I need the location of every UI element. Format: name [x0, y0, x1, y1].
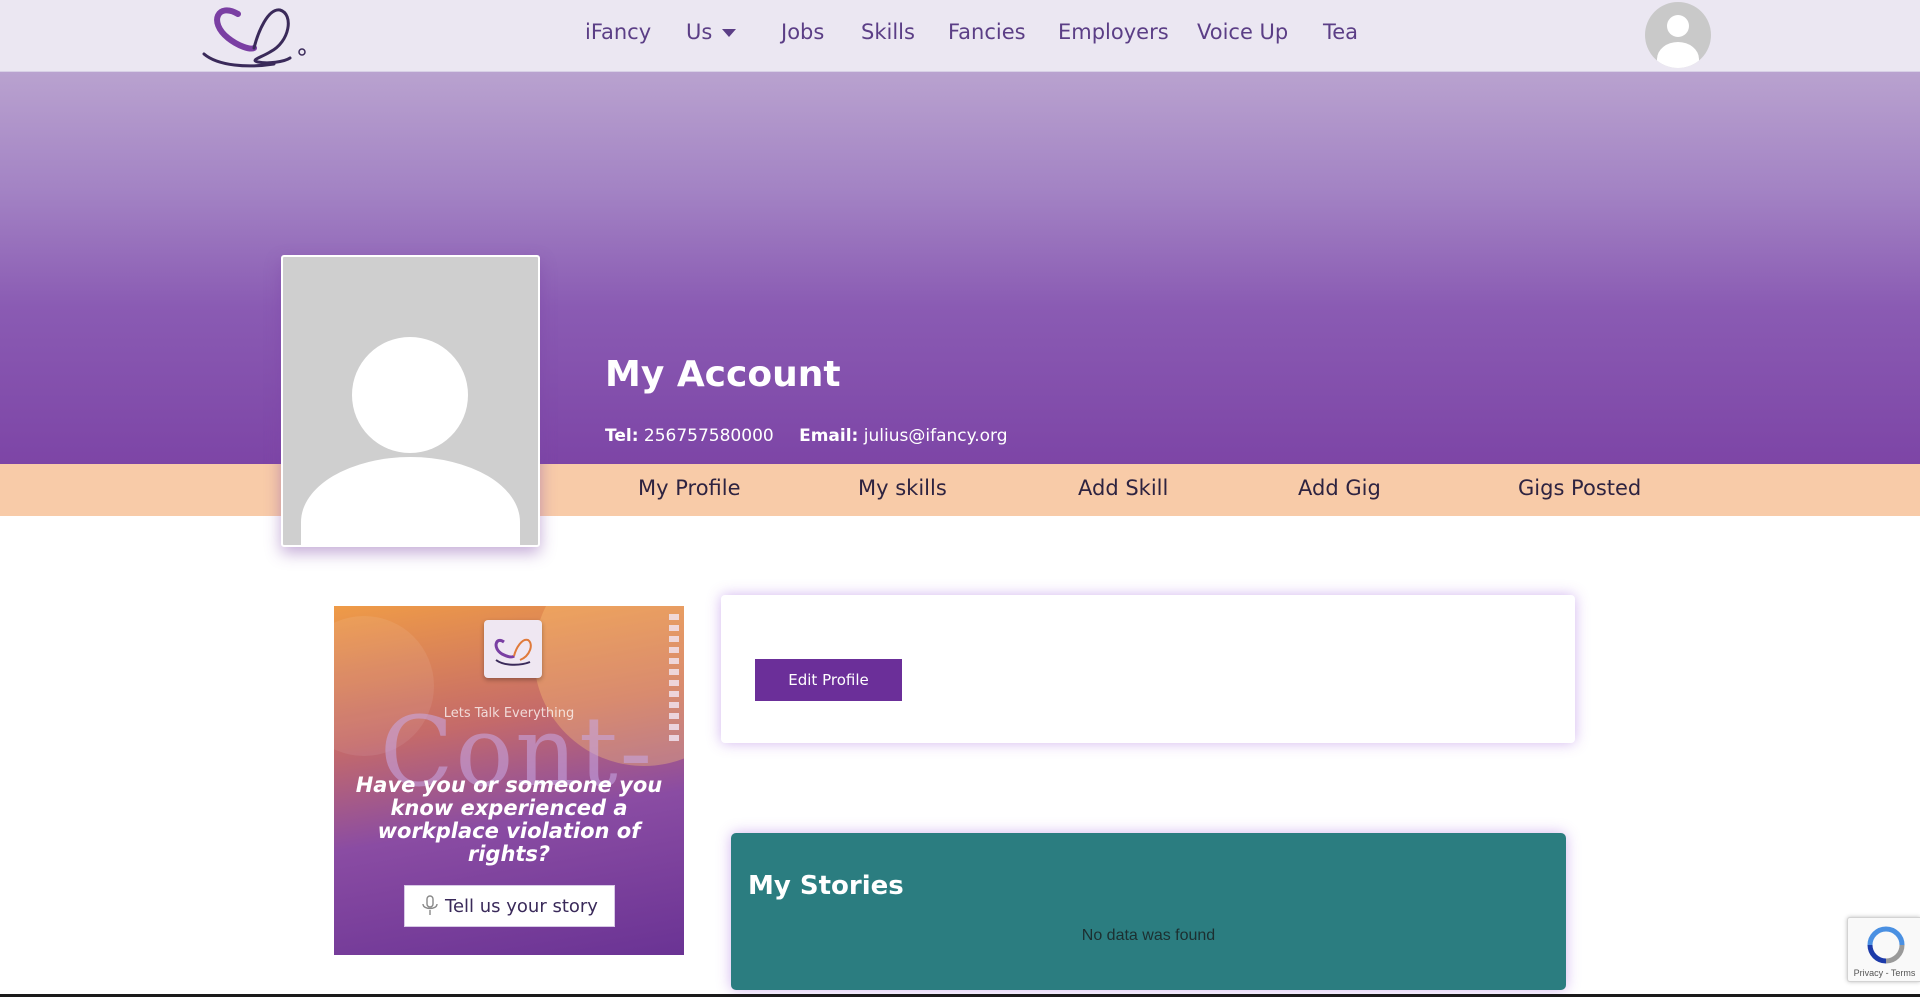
tab-my-skills[interactable]: My skills [858, 476, 947, 500]
tab-add-skill[interactable]: Add Skill [1078, 476, 1168, 500]
promo-toolbar-icon [669, 669, 679, 675]
main-menu: iFancy Us Jobs Skills Fancies Employers … [0, 0, 1920, 72]
profile-photo[interactable] [281, 255, 540, 547]
recaptcha-footer[interactable]: Privacy - Terms [1848, 968, 1920, 978]
profile-card: Edit Profile [721, 595, 1575, 743]
promo-toolbar-icon [669, 680, 679, 686]
nav-skills[interactable]: Skills [861, 20, 915, 44]
promo-toolbar-icon [669, 724, 679, 730]
tell-story-label: Tell us your story [445, 895, 598, 917]
promo-toolbar-icon [669, 691, 679, 697]
promo-eyebrow: Lets Talk Everything [443, 706, 575, 721]
tel-label: Tel: [605, 426, 639, 446]
nav-fancies[interactable]: Fancies [948, 20, 1026, 44]
email-value: julius@ifancy.org [863, 426, 1008, 446]
profile-photo-head [352, 337, 468, 453]
nav-tea[interactable]: Tea [1323, 20, 1358, 44]
promo-toolbar-icon [669, 647, 679, 653]
stories-empty-message: No data was found [1081, 927, 1216, 944]
profile-photo-body [301, 457, 520, 545]
edit-profile-button[interactable]: Edit Profile [755, 659, 902, 701]
voice-up-promo-card: Cont- Lets Talk Everything Have you or s… [334, 606, 684, 955]
my-stories-panel: My Stories No data was found [731, 833, 1566, 990]
email-label: Email: [799, 426, 859, 446]
recaptcha-badge[interactable]: Privacy - Terms [1847, 917, 1920, 982]
avatar-body [1657, 42, 1699, 68]
avatar-head [1667, 15, 1689, 37]
contact-line: Tel: 256757580000 Email: julius@ifancy.o… [605, 426, 1008, 446]
nav-jobs[interactable]: Jobs [781, 20, 824, 44]
promo-toolbar-icon [669, 658, 679, 664]
recaptcha-icon [1867, 926, 1905, 964]
tel-value: 256757580000 [643, 426, 774, 446]
promo-toolbar-icon [669, 735, 679, 741]
tab-gigs-posted[interactable]: Gigs Posted [1518, 476, 1641, 500]
promo-toolbar-icon [669, 614, 679, 620]
tell-story-button[interactable]: Tell us your story [404, 885, 615, 927]
nav-ifancy[interactable]: iFancy [585, 20, 651, 44]
promo-toolbar-icon [669, 636, 679, 642]
nav-us-label: Us [686, 20, 713, 44]
promo-question: Have you or someone you know experienced… [355, 773, 663, 866]
top-nav: iFancy Us Jobs Skills Fancies Employers … [0, 0, 1920, 72]
promo-logo [484, 620, 542, 678]
nav-voice-up[interactable]: Voice Up [1197, 20, 1288, 44]
user-avatar-icon[interactable] [1645, 2, 1711, 68]
stories-title: My Stories [748, 871, 904, 901]
nav-employers[interactable]: Employers [1058, 20, 1169, 44]
microphone-icon [421, 895, 439, 917]
chevron-down-icon [722, 29, 737, 37]
promo-toolbar-icon [669, 625, 679, 631]
promo-side-toolbar [669, 614, 681, 794]
nav-us[interactable]: Us [686, 20, 737, 44]
page-title: My Account [605, 354, 841, 395]
tab-my-profile[interactable]: My Profile [638, 476, 741, 500]
tab-add-gig[interactable]: Add Gig [1298, 476, 1381, 500]
